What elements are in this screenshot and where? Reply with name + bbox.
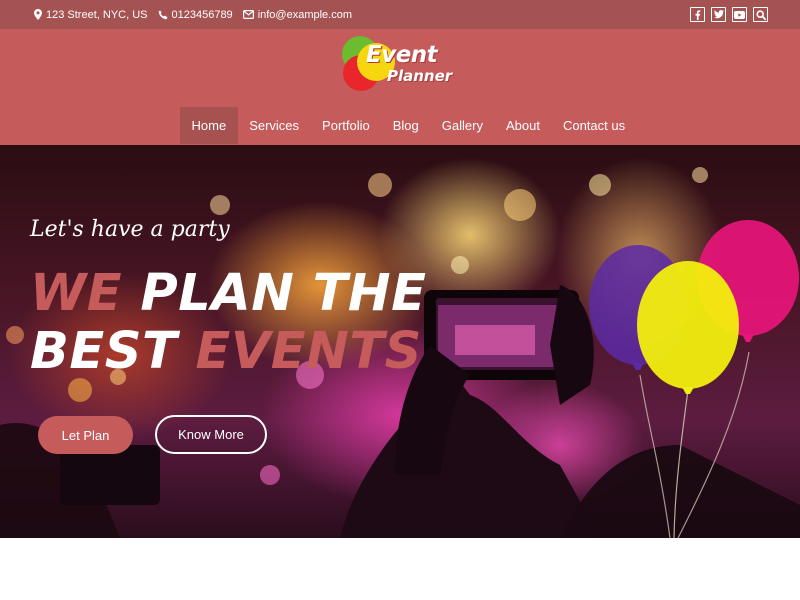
address-item: 123 Street, NYC, US — [34, 9, 148, 21]
nav-item-portfolio[interactable]: Portfolio — [311, 107, 382, 144]
envelope-icon — [242, 10, 254, 19]
headline-accent-events: EVENTS — [195, 322, 422, 381]
let-plan-button[interactable]: Let Plan — [38, 416, 133, 454]
phone-icon — [158, 10, 168, 20]
nav-item-gallery[interactable]: Gallery — [430, 107, 494, 144]
social-links — [690, 7, 768, 22]
search-button[interactable] — [753, 7, 768, 22]
nav-item-contact[interactable]: Contact us — [551, 107, 636, 144]
facebook-button[interactable] — [690, 7, 705, 22]
site-header: Event Planner Home Services Portfolio Bl… — [0, 29, 800, 145]
top-info-bar: 123 Street, NYC, US 0123456789 info@exam… — [0, 0, 800, 29]
logo-word-event: Event — [366, 42, 438, 68]
facebook-icon — [695, 9, 701, 20]
headline-line-1: WE PLAN THE — [30, 265, 426, 323]
site-logo[interactable]: Event Planner — [340, 34, 470, 92]
nav-item-blog[interactable]: Blog — [381, 107, 430, 144]
hero-headline: WE PLAN THE BEST EVENTS — [30, 265, 426, 381]
phone-item[interactable]: 0123456789 — [158, 9, 233, 21]
logo-word-planner: Planner — [387, 67, 453, 85]
twitter-icon — [713, 10, 724, 19]
balloons-image — [589, 220, 799, 538]
contact-info: 123 Street, NYC, US 0123456789 info@exam… — [34, 9, 352, 21]
nav-item-home[interactable]: Home — [180, 107, 238, 144]
headline-line-2: BEST EVENTS — [30, 323, 426, 381]
headline-accent-we: WE — [30, 264, 123, 323]
youtube-icon — [734, 10, 745, 19]
nav-item-services[interactable]: Services — [238, 107, 311, 144]
nav-item-about[interactable]: About — [494, 107, 551, 144]
email-item[interactable]: info@example.com — [242, 8, 353, 21]
map-pin-icon — [34, 9, 42, 20]
know-more-button[interactable]: Know More — [155, 415, 267, 454]
youtube-button[interactable] — [732, 7, 747, 22]
hero-tagline: Let's have a party — [30, 217, 230, 242]
hero-banner: Let's have a party WE PLAN THE BEST EVEN… — [0, 145, 800, 538]
address-text: 123 Street, NYC, US — [46, 8, 148, 21]
phone-text: 0123456789 — [171, 8, 233, 21]
headline-best: BEST — [30, 322, 178, 381]
email-text: info@example.com — [257, 8, 353, 21]
headline-plan-the: PLAN THE — [140, 264, 427, 323]
twitter-button[interactable] — [711, 7, 726, 22]
main-nav: Home Services Portfolio Blog Gallery Abo… — [180, 107, 637, 144]
search-icon — [755, 9, 766, 20]
